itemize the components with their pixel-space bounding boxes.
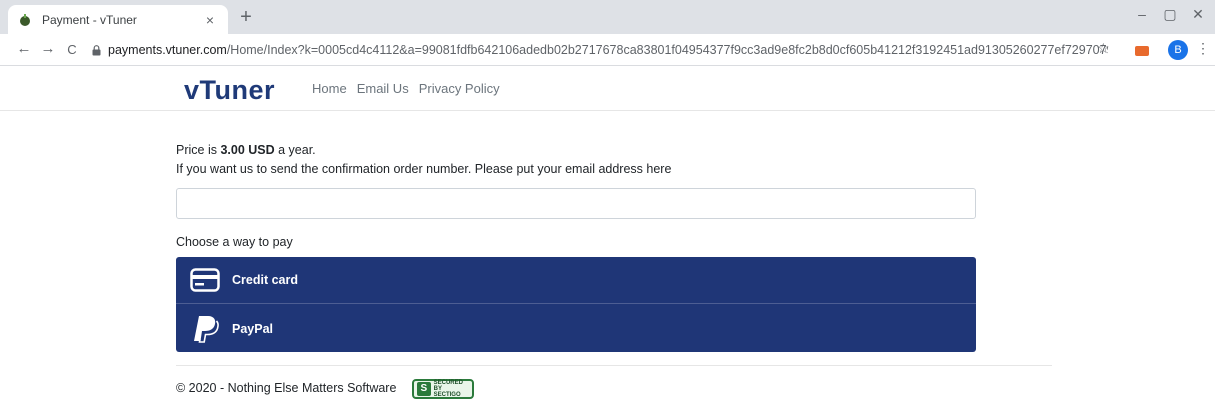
sectigo-line2: SECTIGO bbox=[433, 392, 461, 398]
browser-menu-icon[interactable]: ⋮ bbox=[1196, 40, 1210, 57]
url-text: payments.vtuner.com/Home/Index?k=0005cd4… bbox=[108, 43, 1108, 57]
forward-button[interactable]: → bbox=[38, 40, 58, 57]
browser-toolbar: ← → C payments.vtuner.com/Home/Index?k=0… bbox=[0, 34, 1215, 66]
payment-options: Credit card PayPal bbox=[176, 257, 976, 352]
paypal-label: PayPal bbox=[232, 321, 274, 336]
choose-payment-label: Choose a way to pay bbox=[176, 235, 293, 249]
payment-form: Price is 3.00 USD a year. If you want us… bbox=[176, 143, 976, 352]
restore-button[interactable]: ▢ bbox=[1158, 6, 1182, 23]
tab-title: Payment - vTuner bbox=[42, 12, 137, 27]
site-nav: Home Email Us Privacy Policy bbox=[312, 81, 500, 96]
sectigo-badge-text: SECURED BY SECTIGO bbox=[434, 380, 472, 398]
credit-card-option[interactable]: Credit card bbox=[176, 257, 976, 304]
minimize-button[interactable]: – bbox=[1130, 6, 1154, 22]
footer-divider bbox=[176, 365, 1052, 366]
vtuner-logo[interactable]: vTuner bbox=[184, 75, 275, 106]
address-bar[interactable]: payments.vtuner.com/Home/Index?k=0005cd4… bbox=[92, 38, 1132, 62]
paypal-icon bbox=[194, 315, 219, 343]
url-path: /Home/Index?k=0005cd4c4112&a=99081fdfb64… bbox=[226, 43, 1108, 57]
price-text: Price is 3.00 USD a year. bbox=[176, 143, 976, 157]
sectigo-line1: SECURED BY bbox=[433, 380, 463, 392]
vtuner-favicon-icon bbox=[20, 13, 30, 26]
sectigo-logo-icon: S bbox=[417, 382, 431, 396]
nav-home-link[interactable]: Home bbox=[312, 81, 347, 96]
credit-card-label: Credit card bbox=[232, 273, 298, 287]
browser-tab-bar: Payment - vTuner × + – ▢ ✕ bbox=[0, 0, 1215, 34]
price-amount: 3.00 USD bbox=[220, 143, 275, 157]
browser-tab[interactable]: Payment - vTuner × bbox=[8, 5, 228, 34]
window-close-button[interactable]: ✕ bbox=[1186, 6, 1210, 23]
url-domain: payments.vtuner.com bbox=[108, 43, 227, 57]
price-prefix: Price is bbox=[176, 143, 221, 157]
nav-email-us-link[interactable]: Email Us bbox=[357, 81, 409, 96]
email-input[interactable] bbox=[176, 188, 976, 219]
sectigo-badge[interactable]: S SECURED BY SECTIGO bbox=[412, 379, 474, 399]
mail-extension-icon[interactable] bbox=[1135, 46, 1149, 56]
price-suffix: a year. bbox=[274, 143, 316, 157]
back-button[interactable]: ← bbox=[14, 40, 34, 57]
new-tab-button[interactable]: + bbox=[235, 7, 257, 29]
lock-icon bbox=[92, 44, 101, 55]
footer-copyright: © 2020 - Nothing Else Matters Software bbox=[176, 381, 397, 395]
email-instruction: If you want us to send the confirmation … bbox=[176, 162, 672, 176]
profile-avatar[interactable]: B bbox=[1168, 40, 1188, 60]
paypal-option[interactable]: PayPal bbox=[176, 305, 976, 352]
tab-close-icon[interactable]: × bbox=[202, 12, 218, 28]
credit-card-icon bbox=[190, 268, 220, 292]
bookmark-star-icon[interactable]: ☆ bbox=[1097, 40, 1110, 57]
nav-privacy-policy-link[interactable]: Privacy Policy bbox=[419, 81, 500, 96]
reload-button[interactable]: C bbox=[62, 42, 82, 57]
site-header: vTuner Home Email Us Privacy Policy bbox=[0, 67, 1215, 111]
